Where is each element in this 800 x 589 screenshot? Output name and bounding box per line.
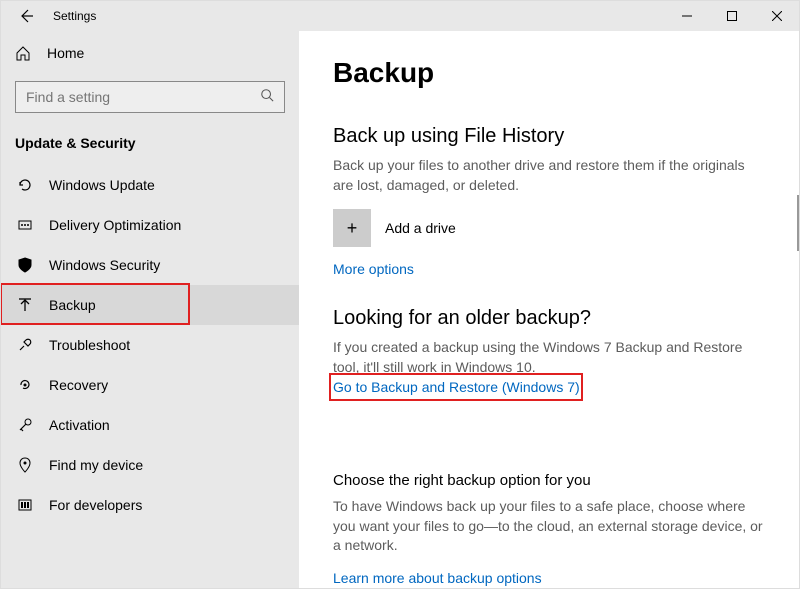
sidebar-item-windows-security[interactable]: Windows Security — [1, 245, 299, 285]
key-icon — [15, 417, 35, 433]
refresh-icon — [15, 177, 35, 193]
older-backup-desc: If you created a backup using the Window… — [333, 338, 765, 377]
sidebar-section-title: Update & Security — [1, 131, 299, 165]
sidebar: Home Update & Security Windows Update De… — [1, 31, 299, 588]
goto-backup-restore-link[interactable]: Go to Backup and Restore (Windows 7) — [333, 379, 580, 395]
home-nav[interactable]: Home — [1, 37, 299, 69]
location-icon — [15, 457, 35, 473]
nav-label: Activation — [49, 417, 110, 433]
wrench-icon — [15, 337, 35, 353]
nav-label: Backup — [49, 297, 96, 313]
sidebar-item-troubleshoot[interactable]: Troubleshoot — [1, 325, 299, 365]
page-title: Backup — [333, 57, 765, 89]
window-title: Settings — [53, 9, 96, 23]
nav-label: Windows Security — [49, 257, 160, 273]
delivery-icon — [15, 217, 35, 233]
sidebar-item-windows-update[interactable]: Windows Update — [1, 165, 299, 205]
sidebar-item-recovery[interactable]: Recovery — [1, 365, 299, 405]
nav-label: Troubleshoot — [49, 337, 130, 353]
file-history-title: Back up using File History — [333, 125, 765, 148]
sidebar-item-delivery-optimization[interactable]: Delivery Optimization — [1, 205, 299, 245]
add-drive-row: + Add a drive — [333, 209, 765, 247]
window-controls — [664, 1, 799, 31]
file-history-desc: Back up your files to another drive and … — [333, 156, 765, 195]
developer-icon — [15, 497, 35, 513]
nav-label: Windows Update — [49, 177, 155, 193]
more-options-link[interactable]: More options — [333, 261, 414, 277]
nav-label: For developers — [49, 497, 142, 513]
nav-label: Delivery Optimization — [49, 217, 181, 233]
shield-icon — [15, 257, 35, 273]
search-icon — [260, 88, 274, 107]
learn-more-link[interactable]: Learn more about backup options — [333, 570, 542, 586]
older-backup-title: Looking for an older backup? — [333, 307, 765, 330]
choose-option-desc: To have Windows back up your files to a … — [333, 497, 765, 556]
titlebar: Settings — [1, 1, 799, 31]
choose-option-title: Choose the right backup option for you — [333, 472, 765, 489]
sidebar-item-activation[interactable]: Activation — [1, 405, 299, 445]
recovery-icon — [15, 377, 35, 393]
backup-icon — [15, 297, 35, 313]
sidebar-item-backup[interactable]: Backup — [1, 285, 299, 325]
content-area: Backup Back up using File History Back u… — [299, 31, 799, 588]
sidebar-item-for-developers[interactable]: For developers — [1, 485, 299, 525]
search-input[interactable] — [26, 89, 260, 105]
plus-icon: + — [347, 218, 358, 239]
nav-label: Find my device — [49, 457, 143, 473]
search-box[interactable] — [15, 81, 285, 113]
home-icon — [15, 45, 35, 61]
maximize-button[interactable] — [709, 1, 754, 31]
back-button[interactable] — [11, 1, 41, 31]
home-label: Home — [47, 45, 84, 61]
minimize-button[interactable] — [664, 1, 709, 31]
nav-label: Recovery — [49, 377, 108, 393]
add-drive-label: Add a drive — [385, 220, 456, 236]
add-drive-button[interactable]: + — [333, 209, 371, 247]
close-button[interactable] — [754, 1, 799, 31]
sidebar-item-find-my-device[interactable]: Find my device — [1, 445, 299, 485]
